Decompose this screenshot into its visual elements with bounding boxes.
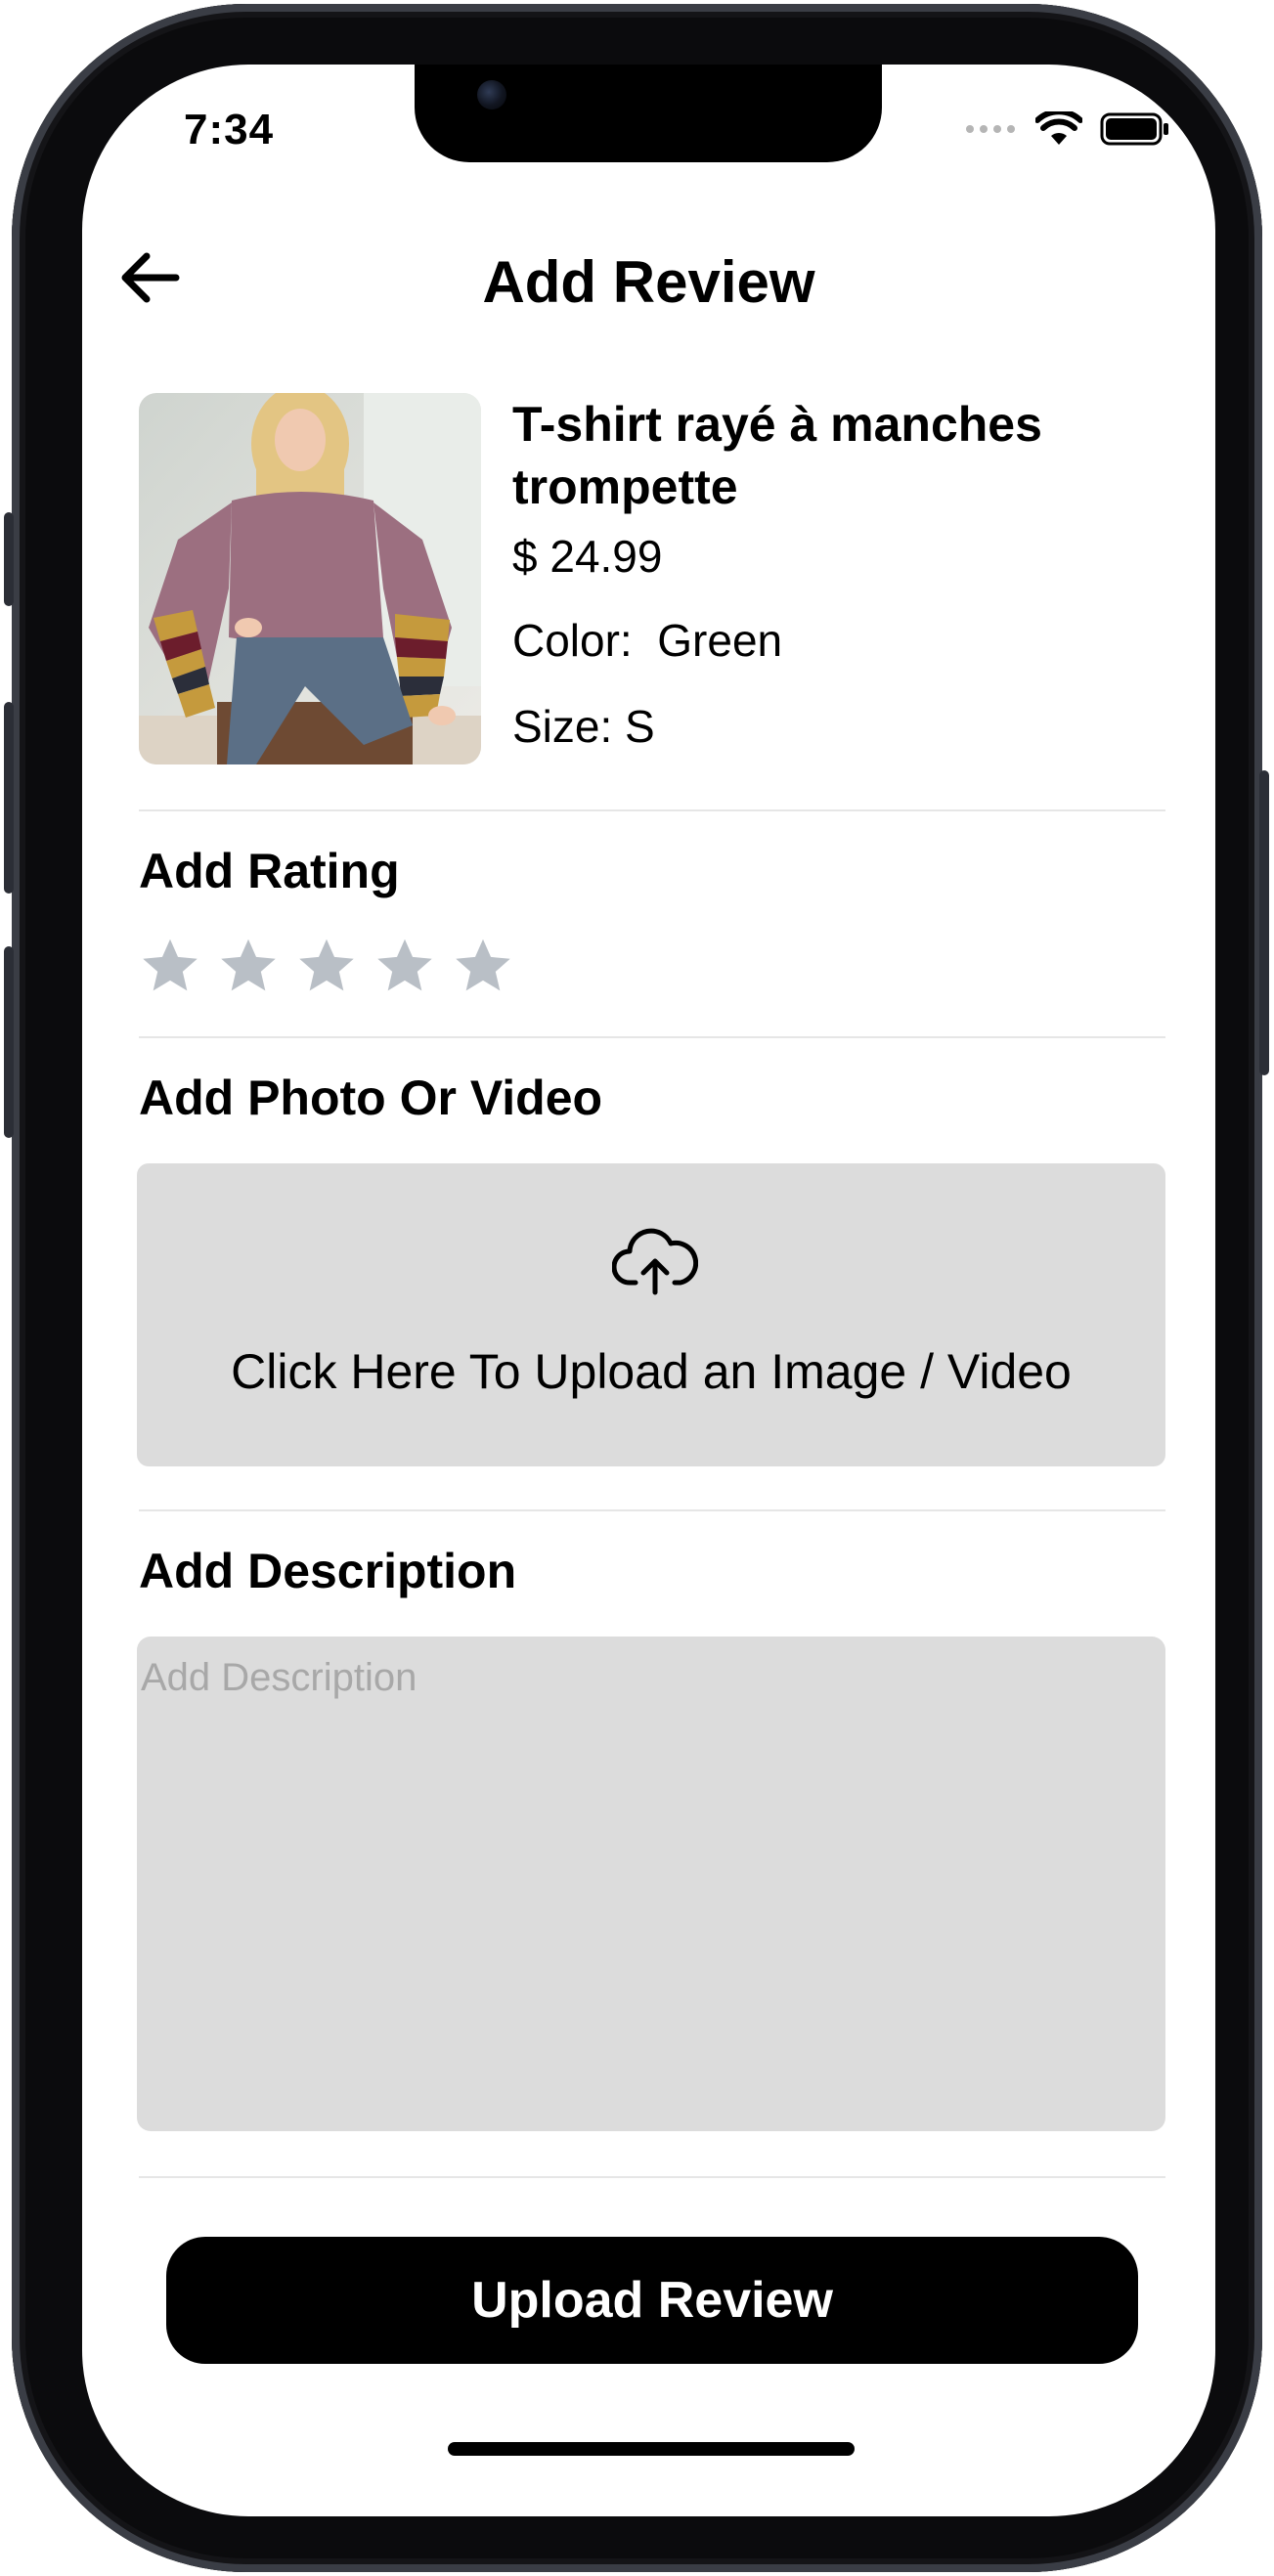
volume-down-button bbox=[4, 946, 14, 1138]
media-label: Add Photo Or Video bbox=[139, 1070, 603, 1125]
product-price: $ 24.99 bbox=[512, 531, 663, 582]
description-input[interactable] bbox=[137, 1637, 1165, 2131]
upload-text: Click Here To Upload an Image / Video bbox=[231, 1344, 1072, 1399]
color-label: Color: bbox=[512, 615, 633, 666]
status-time: 7:34 bbox=[184, 106, 275, 153]
upload-media-button[interactable]: Click Here To Upload an Image / Video bbox=[137, 1163, 1165, 1466]
divider bbox=[139, 2176, 1165, 2178]
product-summary: T-shirt rayé à manches trompette $ 24.99… bbox=[139, 393, 1165, 764]
power-button bbox=[1259, 770, 1269, 1075]
volume-up-button bbox=[4, 702, 14, 894]
wifi-icon bbox=[1035, 111, 1082, 145]
star-icon[interactable] bbox=[373, 935, 436, 997]
divider bbox=[139, 809, 1165, 811]
size-value: S bbox=[625, 701, 655, 752]
star-icon[interactable] bbox=[217, 935, 280, 997]
product-color: Color: Green bbox=[512, 614, 782, 667]
screen: 7:34 Add Review T-shirt rayé à manches t… bbox=[82, 65, 1215, 2516]
product-photo bbox=[139, 393, 481, 764]
star-icon[interactable] bbox=[139, 935, 201, 997]
star-rating[interactable] bbox=[139, 935, 514, 997]
status-icons bbox=[965, 111, 1170, 147]
home-indicator[interactable] bbox=[448, 2442, 855, 2456]
mute-switch bbox=[4, 512, 14, 606]
product-name: T-shirt rayé à manches trompette bbox=[512, 397, 1042, 514]
page-title: Add Review bbox=[482, 249, 815, 315]
divider bbox=[139, 1509, 1165, 1511]
cloud-upload-icon bbox=[612, 1228, 698, 1295]
description-label: Add Description bbox=[139, 1544, 517, 1598]
battery-icon bbox=[1100, 112, 1168, 146]
divider bbox=[139, 1036, 1165, 1038]
product-image bbox=[139, 393, 481, 764]
rating-label: Add Rating bbox=[139, 844, 400, 898]
color-value: Green bbox=[657, 615, 783, 666]
header: Add Review bbox=[82, 221, 1215, 338]
front-camera bbox=[477, 80, 506, 109]
star-icon[interactable] bbox=[295, 935, 358, 997]
cellular-signal-icon bbox=[966, 125, 1015, 133]
product-size: Size: S bbox=[512, 700, 655, 753]
upload-review-button[interactable]: Upload Review bbox=[166, 2237, 1138, 2364]
phone-frame: 7:34 Add Review T-shirt rayé à manches t… bbox=[4, 4, 1269, 2572]
size-label: Size: bbox=[512, 701, 613, 752]
star-icon[interactable] bbox=[452, 935, 514, 997]
notch bbox=[415, 65, 882, 162]
